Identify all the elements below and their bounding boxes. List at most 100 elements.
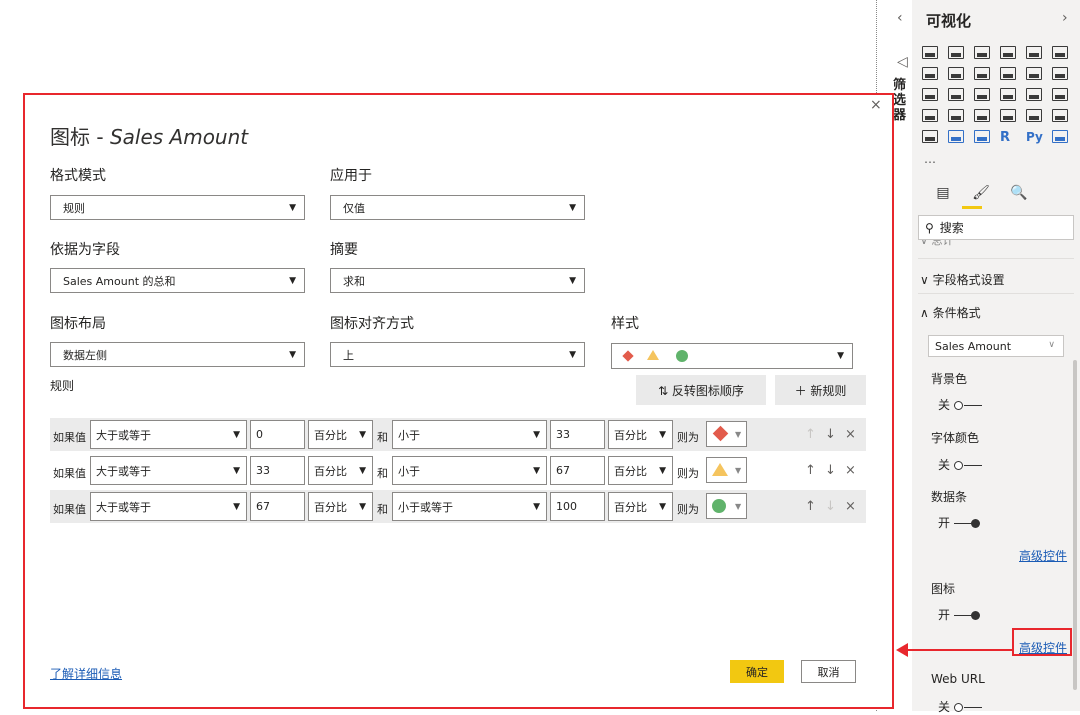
pie-chart-icon[interactable] [1000,88,1016,101]
gauge-icon[interactable] [974,109,990,122]
max-type-select[interactable]: 百分比 ▼ [608,456,673,485]
apply-to-select[interactable]: 仅值 ▼ [330,195,585,220]
icon-style-select[interactable]: ▼ [611,343,853,369]
kpi-icon[interactable] [1052,109,1068,122]
icon-alignment-select[interactable]: 上 ▼ [330,342,585,367]
format-tab-icon[interactable]: 🖌 [970,184,992,202]
icon-layout-select[interactable]: 数据左侧 ▼ [50,342,305,367]
key-influencers-icon[interactable] [1052,130,1068,143]
ribbon-chart-icon[interactable] [1052,67,1068,80]
icon-picker[interactable]: ▼ [706,457,747,483]
filters-label[interactable]: 筛选器 [893,78,907,123]
divider [918,258,1074,259]
caret-down-icon: ▼ [533,502,540,512]
line-chart-icon[interactable] [922,67,938,80]
toggle-off-icon [954,400,983,410]
max-value-input[interactable]: 33 [550,420,605,449]
icon-picker[interactable]: ▼ [706,421,747,447]
card-icon[interactable] [1000,109,1016,122]
max-value-input[interactable]: 100 [550,492,605,521]
background-color-toggle[interactable]: 关 [938,396,983,413]
min-type-select[interactable]: 百分比 ▼ [308,456,373,485]
rules-label: 规则 [50,379,75,393]
waterfall-icon[interactable] [922,88,938,101]
table-icon[interactable] [948,130,964,143]
max-value-input[interactable]: 67 [550,456,605,485]
analytics-tab-icon[interactable]: 🔍 [1008,184,1030,202]
operator2-select[interactable]: 小于 ▼ [392,456,547,485]
r-visual-icon[interactable]: R [1000,130,1024,150]
move-up-icon[interactable]: ↑ [805,427,816,442]
operator2-select[interactable]: 小于或等于 ▼ [392,492,547,521]
100-bar-icon[interactable] [1026,46,1042,59]
caret-down-icon: ▼ [233,502,240,512]
stacked-area-icon[interactable] [974,67,990,80]
move-down-icon[interactable]: ↓ [825,463,836,478]
icon-picker[interactable]: ▼ [706,493,747,519]
line-clustered-column-icon[interactable] [1026,67,1042,80]
close-icon[interactable]: × [870,97,882,113]
section-conditional-formatting[interactable]: ∧ 条件格式 [920,304,981,321]
caret-down-icon: ▼ [359,502,366,512]
visual-types-grid: R Py [922,46,1074,150]
move-down-icon[interactable]: ↓ [825,499,836,514]
font-color-toggle[interactable]: 关 [938,456,983,473]
move-up-icon[interactable]: ↑ [805,499,816,514]
funnel-icon[interactable] [948,88,964,101]
icons-toggle[interactable]: 开 [938,606,982,623]
delete-rule-icon[interactable]: × [845,463,856,478]
100-column-icon[interactable] [1052,46,1068,59]
area-chart-icon[interactable] [948,67,964,80]
green-circle-icon [712,499,726,513]
summary-select[interactable]: 求和 ▼ [330,268,585,293]
format-mode-select[interactable]: 规则 ▼ [50,195,305,220]
line-column-icon[interactable] [1000,67,1016,80]
fields-tab-icon[interactable]: ▤ [932,184,954,202]
delete-rule-icon[interactable]: × [845,427,856,442]
min-value-input[interactable]: 67 [250,492,305,521]
min-type-select[interactable]: 百分比 ▼ [308,492,373,521]
more-visuals-icon[interactable]: … [924,152,936,166]
new-rule-button[interactable]: ＋ 新规则 [775,375,866,405]
multi-row-card-icon[interactable] [1026,109,1042,122]
min-value-input[interactable]: 0 [250,420,305,449]
stacked-column-icon[interactable] [948,46,964,59]
min-value-input[interactable]: 33 [250,456,305,485]
pane-search-input[interactable]: ⚲ 搜索 [918,215,1074,240]
background-color-label: 背景色 [931,372,968,386]
learn-more-link[interactable]: 了解详细信息 [50,665,122,682]
operator-select[interactable]: 大于或等于 ▼ [90,456,247,485]
slicer-icon[interactable] [922,130,938,143]
operator2-select[interactable]: 小于 ▼ [392,420,547,449]
stacked-bar-icon[interactable] [922,46,938,59]
section-field-formatting[interactable]: ∨ 字段格式设置 [920,271,1005,288]
clustered-bar-icon[interactable] [974,46,990,59]
filled-map-icon[interactable] [948,109,964,122]
treemap-icon[interactable] [1052,88,1068,101]
move-up-icon[interactable]: ↑ [805,463,816,478]
cf-field-select[interactable]: Sales Amount ∨ [928,335,1064,357]
min-type-select[interactable]: 百分比 ▼ [308,420,373,449]
delete-rule-icon[interactable]: × [845,499,856,514]
matrix-icon[interactable] [974,130,990,143]
web-url-toggle[interactable]: 关 [938,698,983,715]
max-type-select[interactable]: 百分比 ▼ [608,420,673,449]
ok-button[interactable]: 确定 [730,660,784,683]
chevron-left-icon[interactable]: ‹ [897,10,903,26]
data-bars-advanced-link[interactable]: 高级控件 [1019,547,1067,564]
scatter-icon[interactable] [974,88,990,101]
operator-select[interactable]: 大于或等于 ▼ [90,492,247,521]
move-down-icon[interactable]: ↓ [825,427,836,442]
max-type-select[interactable]: 百分比 ▼ [608,492,673,521]
clustered-column-icon[interactable] [1000,46,1016,59]
python-visual-icon[interactable]: Py [1026,130,1050,150]
reverse-icon-order-button[interactable]: ⇅ 反转图标顺序 [636,375,766,405]
pane-scrollbar[interactable] [1073,360,1077,690]
data-bars-toggle[interactable]: 开 [938,514,982,531]
map-icon[interactable] [922,109,938,122]
operator-select[interactable]: 大于或等于 ▼ [90,420,247,449]
based-on-field-select[interactable]: Sales Amount 的总和 ▼ [50,268,305,293]
chevron-right-icon[interactable]: › [1062,10,1068,26]
donut-chart-icon[interactable] [1026,88,1042,101]
cancel-button[interactable]: 取消 [801,660,856,683]
